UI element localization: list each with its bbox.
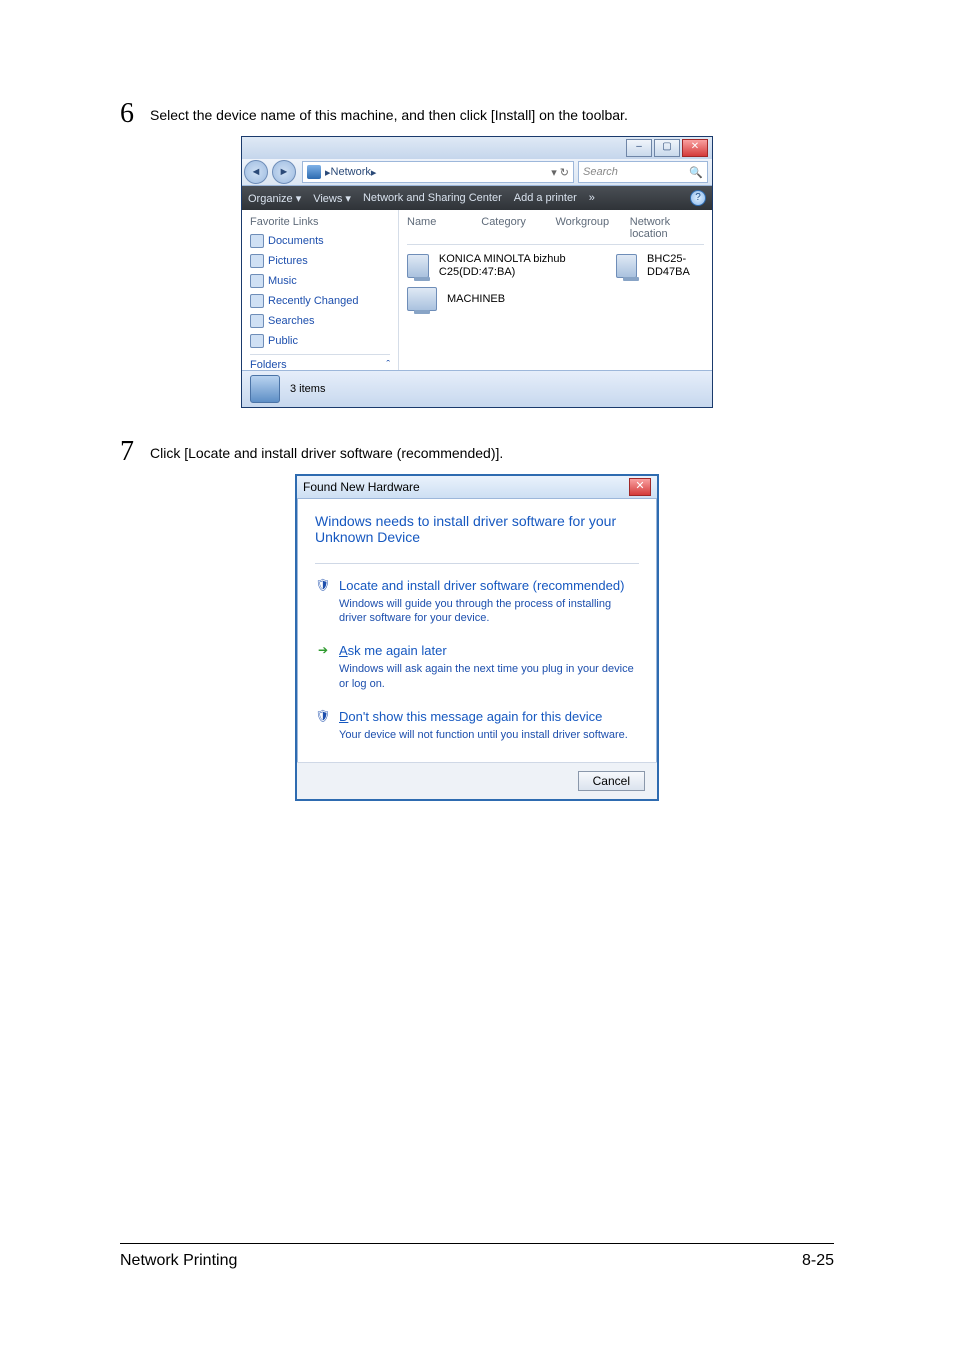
footer-page-number: 8-25 (802, 1252, 834, 1270)
shield-icon: 🛡 (315, 709, 331, 725)
chevron-up-icon: ˆ (386, 359, 390, 371)
dialog-titlebar: Found New Hardware ✕ (297, 476, 657, 499)
option-desc: Windows will ask again the next time you… (339, 662, 637, 691)
explorer-window: – ▢ ✕ ◄ ► ▸ Network ▸ ▾ ↻ Search 🔍 Organ… (241, 136, 713, 408)
folder-icon (250, 294, 264, 308)
nav-back-icon[interactable]: ◄ (244, 160, 268, 184)
search-icon: 🔍 (689, 166, 703, 179)
page-footer: Network Printing 8-25 (120, 1243, 834, 1270)
found-new-hardware-dialog: Found New Hardware ✕ Windows needs to in… (295, 474, 659, 801)
divider (315, 563, 639, 564)
option-title: Ask me again later (339, 643, 637, 660)
computer-icon (407, 287, 437, 311)
folder-icon (250, 234, 264, 248)
explorer-toolbar: Organize ▾ Views ▾ Network and Sharing C… (242, 186, 712, 210)
minimize-button[interactable]: – (626, 139, 652, 157)
option-title: Locate and install driver software (reco… (339, 578, 637, 595)
network-item[interactable]: KONICA MINOLTA bizhub C25(DD:47:BA) (407, 253, 586, 279)
cancel-button[interactable]: Cancel (578, 771, 645, 791)
nav-pane: Favorite Links Documents Pictures Music … (242, 210, 399, 370)
dialog-heading: Windows needs to install driver software… (315, 513, 639, 545)
step-6-text: Select the device name of this machine, … (150, 100, 628, 126)
network-icon (307, 165, 321, 179)
help-icon[interactable]: ? (690, 190, 706, 206)
address-field[interactable]: ▸ Network ▸ ▾ ↻ (302, 161, 574, 183)
shield-icon: 🛡 (315, 578, 331, 594)
dialog-title: Found New Hardware (303, 480, 420, 494)
col-category[interactable]: Category (481, 216, 555, 240)
search-field[interactable]: Search 🔍 (578, 161, 708, 183)
navlink-documents[interactable]: Documents (250, 234, 390, 248)
arrow-right-icon: ➔ (315, 643, 331, 659)
toolbar-add-printer[interactable]: Add a printer (514, 192, 577, 204)
toolbar-views[interactable]: Views ▾ (313, 192, 351, 205)
address-text: Network (331, 166, 371, 178)
item-label: KONICA MINOLTA bizhub C25(DD:47:BA) (439, 253, 586, 279)
column-header-row[interactable]: Name Category Workgroup Network location (407, 212, 704, 245)
computer-icon (616, 254, 637, 278)
col-name[interactable]: Name (407, 216, 481, 240)
option-title: Don't show this message again for this d… (339, 709, 637, 726)
col-location[interactable]: Network location (630, 216, 704, 240)
navlink-pictures[interactable]: Pictures (250, 254, 390, 268)
status-text: 3 items (290, 383, 325, 395)
device-icon (407, 254, 429, 278)
step-7-number: 7 (120, 438, 150, 466)
toolbar-nsc[interactable]: Network and Sharing Center (363, 192, 502, 204)
folder-icon (250, 274, 264, 288)
item-label: BHC25-DD47BA (647, 253, 704, 279)
folder-icon (250, 254, 264, 268)
folder-icon (250, 334, 264, 348)
option-desc: Your device will not function until you … (339, 728, 637, 742)
dialog-close-button[interactable]: ✕ (629, 478, 651, 496)
maximize-button[interactable]: ▢ (654, 139, 680, 157)
navlink-public[interactable]: Public (250, 334, 390, 348)
step-6-number: 6 (120, 100, 150, 128)
navlink-music[interactable]: Music (250, 274, 390, 288)
favorite-links-heading: Favorite Links (250, 216, 390, 228)
window-titlebar: – ▢ ✕ (242, 137, 712, 159)
option-desc: Windows will guide you through the proce… (339, 597, 637, 626)
folders-toggle[interactable]: Foldersˆ (250, 354, 390, 371)
navlink-recently-changed[interactable]: Recently Changed (250, 294, 390, 308)
nav-forward-icon[interactable]: ► (272, 160, 296, 184)
option-locate-install[interactable]: 🛡 Locate and install driver software (re… (315, 570, 639, 635)
status-icon (250, 375, 280, 403)
status-bar: 3 items (242, 370, 712, 407)
search-placeholder: Search (583, 166, 618, 178)
option-ask-later[interactable]: ➔ Ask me again later Windows will ask ag… (315, 635, 639, 700)
navlink-searches[interactable]: Searches (250, 314, 390, 328)
option-dont-show[interactable]: 🛡 Don't show this message again for this… (315, 701, 639, 752)
step-7-text: Click [Locate and install driver softwar… (150, 438, 503, 464)
footer-section: Network Printing (120, 1252, 237, 1270)
close-button[interactable]: ✕ (682, 139, 708, 157)
toolbar-more[interactable]: » (589, 192, 595, 204)
item-label: MACHINEB (447, 293, 505, 306)
step-7: 7 Click [Locate and install driver softw… (120, 438, 834, 466)
folder-icon (250, 314, 264, 328)
step-6: 6 Select the device name of this machine… (120, 100, 834, 128)
col-workgroup[interactable]: Workgroup (556, 216, 630, 240)
items-pane: Name Category Workgroup Network location… (399, 210, 712, 370)
toolbar-organize[interactable]: Organize ▾ (248, 192, 301, 205)
network-item[interactable]: MACHINEB (407, 287, 704, 311)
network-item[interactable]: BHC25-DD47BA (616, 253, 704, 279)
address-bar: ◄ ► ▸ Network ▸ ▾ ↻ Search 🔍 (242, 159, 712, 186)
